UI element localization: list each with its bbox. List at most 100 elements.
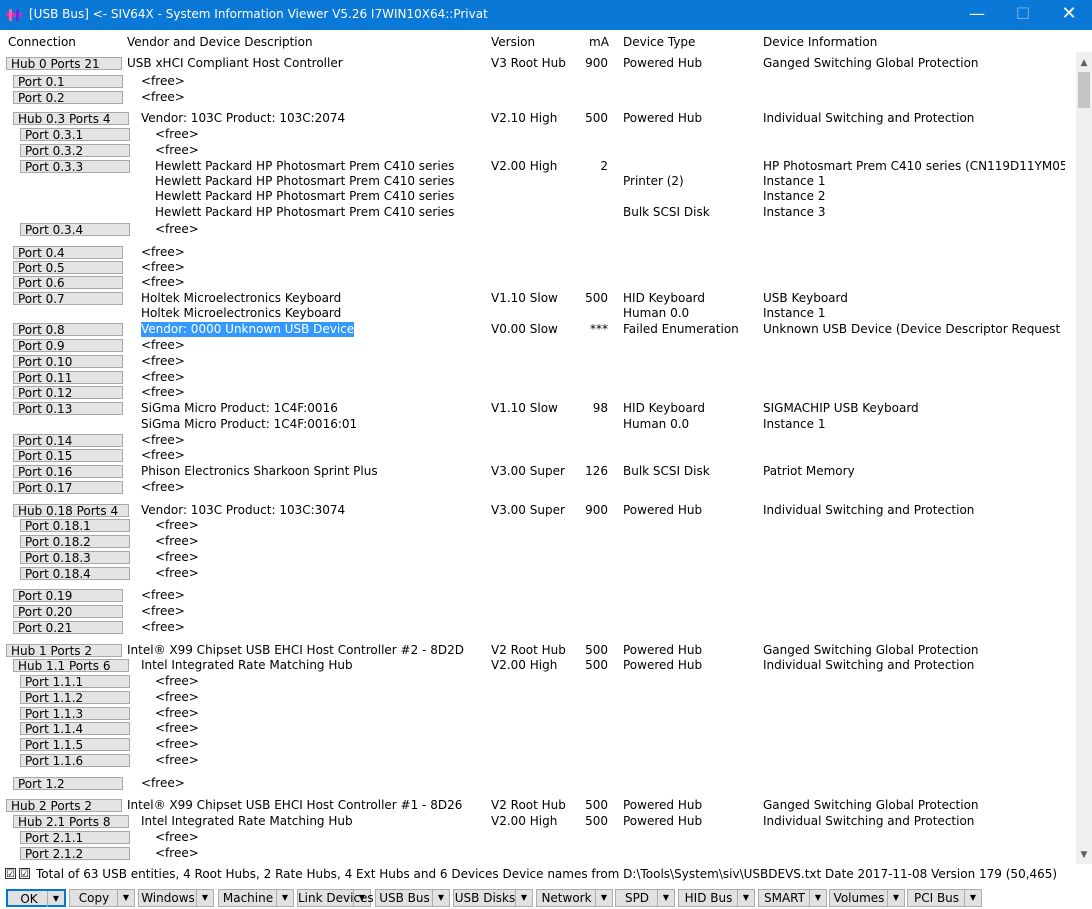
- chevron-down-icon[interactable]: ▼: [737, 890, 754, 906]
- device-description[interactable]: <free>: [155, 737, 199, 752]
- chevron-down-icon[interactable]: ▼: [809, 890, 826, 906]
- device-description[interactable]: Holtek Microelectronics Keyboard: [141, 291, 341, 306]
- device-description[interactable]: <free>: [155, 721, 199, 736]
- chevron-down-icon[interactable]: ▼: [432, 890, 449, 906]
- connection-cell[interactable]: Port 0.5: [13, 261, 123, 275]
- device-description[interactable]: <free>: [155, 127, 199, 142]
- connection-cell[interactable]: Port 0.3.1: [20, 128, 130, 142]
- connection-cell[interactable]: Port 1.1.2: [20, 691, 130, 705]
- device-description[interactable]: <free>: [141, 354, 185, 369]
- toolbar-button-copy[interactable]: Copy ▼: [69, 889, 135, 907]
- toolbar-button-link-devices[interactable]: Link Devices ▼: [297, 889, 374, 907]
- device-description[interactable]: <free>: [155, 830, 199, 845]
- toolbar-button-smart[interactable]: SMART ▼: [758, 889, 827, 907]
- connection-cell[interactable]: Port 0.3.4: [20, 223, 130, 237]
- connection-cell[interactable]: Hub 2 Ports 2: [6, 799, 122, 813]
- connection-cell[interactable]: Port 1.1.3: [20, 707, 130, 721]
- chevron-down-icon[interactable]: ▼: [964, 890, 981, 906]
- device-description[interactable]: <free>: [155, 674, 199, 689]
- connection-cell[interactable]: Port 2.1.1: [20, 831, 130, 845]
- device-description[interactable]: Vendor: 103C Product: 103C:3074: [141, 503, 345, 518]
- connection-cell[interactable]: Hub 1 Ports 2: [6, 644, 122, 658]
- device-description[interactable]: <free>: [141, 74, 185, 89]
- header-vendor[interactable]: Vendor and Device Description: [127, 35, 313, 49]
- device-description[interactable]: Intel Integrated Rate Matching Hub: [141, 814, 353, 829]
- device-description[interactable]: <free>: [141, 480, 185, 495]
- connection-cell[interactable]: Hub 0.18 Ports 4: [13, 504, 129, 518]
- connection-cell[interactable]: Port 0.8: [13, 323, 123, 337]
- connection-cell[interactable]: Port 0.18.4: [20, 567, 130, 581]
- device-description[interactable]: <free>: [141, 604, 185, 619]
- chevron-down-icon[interactable]: ▼: [276, 890, 293, 906]
- chevron-down-icon[interactable]: ▼: [196, 890, 213, 906]
- device-description[interactable]: <free>: [141, 620, 185, 635]
- header-ma[interactable]: mA: [589, 35, 609, 49]
- connection-cell[interactable]: Port 0.10: [13, 355, 123, 369]
- connection-cell[interactable]: Port 2.1.2: [20, 847, 130, 861]
- device-description[interactable]: <free>: [155, 518, 199, 533]
- toolbar-button-usb-bus[interactable]: USB Bus ▼: [375, 889, 450, 907]
- connection-cell[interactable]: Port 0.19: [13, 589, 123, 603]
- toolbar-button-machine[interactable]: Machine ▼: [218, 889, 294, 907]
- device-description[interactable]: <free>: [141, 448, 185, 463]
- device-description[interactable]: <free>: [155, 690, 199, 705]
- device-description[interactable]: <free>: [141, 260, 185, 275]
- connection-cell[interactable]: Port 0.14: [13, 434, 123, 448]
- connection-cell[interactable]: Port 0.18.1: [20, 519, 130, 533]
- checkbox-2[interactable]: ☑: [19, 868, 30, 880]
- minimize-button[interactable]: —: [954, 0, 1000, 30]
- connection-cell[interactable]: Port 0.2: [13, 91, 123, 105]
- connection-cell[interactable]: Port 0.13: [13, 402, 123, 416]
- chevron-down-icon[interactable]: ▼: [353, 890, 370, 906]
- connection-cell[interactable]: Port 0.7: [13, 292, 123, 306]
- device-description[interactable]: Holtek Microelectronics Keyboard: [141, 306, 341, 321]
- toolbar-button-network[interactable]: Network ▼: [536, 889, 613, 907]
- connection-cell[interactable]: Port 0.1: [13, 75, 123, 89]
- device-description[interactable]: <free>: [141, 433, 185, 448]
- connection-cell[interactable]: Port 0.16: [13, 465, 123, 479]
- checkbox-1[interactable]: ☑: [5, 868, 16, 880]
- connection-cell[interactable]: Hub 2.1 Ports 8: [13, 815, 129, 829]
- close-button[interactable]: ✕: [1046, 0, 1092, 30]
- device-description[interactable]: <free>: [155, 534, 199, 549]
- toolbar-button-hid-bus[interactable]: HID Bus ▼: [678, 889, 755, 907]
- vertical-scrollbar[interactable]: ▲ ▼: [1076, 52, 1092, 864]
- connection-cell[interactable]: Hub 0.3 Ports 4: [13, 112, 129, 126]
- toolbar-button-usb-disks[interactable]: USB Disks ▼: [453, 889, 533, 907]
- device-description[interactable]: USB xHCI Compliant Host Controller: [127, 56, 343, 71]
- device-description[interactable]: <free>: [155, 706, 199, 721]
- chevron-down-icon[interactable]: ▼: [117, 890, 134, 906]
- header-connection[interactable]: Connection: [8, 35, 76, 49]
- device-description[interactable]: Intel® X99 Chipset USB EHCI Host Control…: [127, 798, 462, 813]
- header-device-type[interactable]: Device Type: [623, 35, 695, 49]
- device-description[interactable]: <free>: [155, 550, 199, 565]
- connection-cell[interactable]: Hub 1.1 Ports 6: [13, 659, 129, 673]
- device-description[interactable]: <free>: [155, 143, 199, 158]
- device-description[interactable]: Vendor: 0000 Unknown USB Device: [141, 322, 355, 337]
- usb-device-list[interactable]: Hub 0 Ports 21 USB xHCI Compliant Host Co…: [0, 52, 1076, 864]
- connection-cell[interactable]: Port 0.18.3: [20, 551, 130, 565]
- scroll-down-icon[interactable]: ▼: [1076, 846, 1092, 864]
- connection-cell[interactable]: Port 0.3.2: [20, 144, 130, 158]
- connection-cell[interactable]: Port 0.18.2: [20, 535, 130, 549]
- device-description[interactable]: Hewlett Packard HP Photosmart Prem C410 …: [155, 174, 454, 189]
- device-description[interactable]: <free>: [141, 90, 185, 105]
- connection-cell[interactable]: Port 0.12: [13, 386, 123, 400]
- device-description[interactable]: Intel Integrated Rate Matching Hub: [141, 658, 353, 673]
- device-description[interactable]: <free>: [141, 245, 185, 260]
- chevron-down-icon[interactable]: ▼: [887, 890, 904, 906]
- connection-cell[interactable]: Port 1.1.5: [20, 738, 130, 752]
- connection-cell[interactable]: Port 1.1.1: [20, 675, 130, 689]
- device-description[interactable]: Intel® X99 Chipset USB EHCI Host Control…: [127, 643, 464, 658]
- connection-cell[interactable]: Port 0.21: [13, 621, 123, 635]
- chevron-down-icon[interactable]: ▼: [595, 890, 612, 906]
- header-device-info[interactable]: Device Information: [763, 35, 877, 49]
- device-description[interactable]: SiGma Micro Product: 1C4F:0016: [141, 401, 338, 416]
- scroll-up-icon[interactable]: ▲: [1076, 54, 1092, 72]
- connection-cell[interactable]: Port 0.11: [13, 371, 123, 385]
- toolbar-button-spd[interactable]: SPD ▼: [615, 889, 675, 907]
- device-description[interactable]: <free>: [141, 588, 185, 603]
- chevron-down-icon[interactable]: ▼: [657, 890, 674, 906]
- device-description[interactable]: SiGma Micro Product: 1C4F:0016:01: [141, 417, 357, 432]
- device-description[interactable]: Phison Electronics Sharkoon Sprint Plus: [141, 464, 378, 479]
